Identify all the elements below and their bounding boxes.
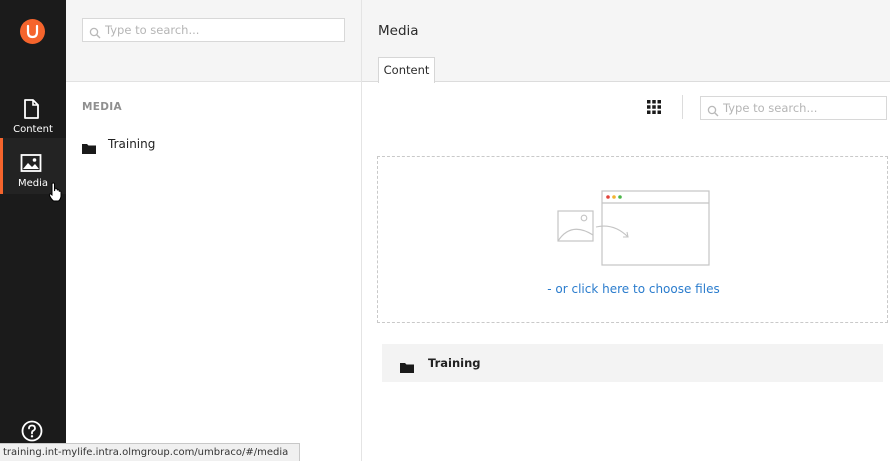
grid-view-icon[interactable] — [646, 99, 662, 115]
tree-node-training[interactable]: Training — [82, 134, 342, 156]
media-search-box[interactable] — [700, 96, 887, 120]
image-icon — [20, 152, 42, 174]
section-rail: Content Media — [0, 0, 66, 461]
tree-header — [66, 0, 361, 82]
folder-icon — [82, 139, 96, 154]
file-dropzone[interactable]: - or click here to choose files — [377, 156, 888, 323]
choose-files-link[interactable]: - or click here to choose files — [378, 282, 889, 296]
search-icon — [89, 24, 101, 39]
hand-cursor-icon — [48, 182, 62, 202]
search-icon — [707, 102, 719, 117]
page-title: Media — [378, 23, 419, 39]
media-item-label: Training — [428, 356, 481, 370]
tree-section-title: MEDIA — [82, 101, 122, 113]
status-bar-url: training.int-mylife.intra.olmgroup.com/u… — [0, 443, 300, 461]
tree-panel: MEDIA Training — [66, 0, 362, 461]
umbraco-backoffice: Content Media Type to search... MEDIA Tr… — [0, 0, 890, 461]
help-icon[interactable] — [21, 420, 43, 442]
section-content[interactable]: Content — [0, 84, 66, 140]
tree-search-box[interactable] — [82, 18, 345, 42]
media-item-training[interactable]: Training — [382, 344, 883, 382]
upload-illustration-icon — [556, 189, 712, 269]
tree-search-input[interactable] — [105, 21, 340, 39]
section-content-label: Content — [13, 124, 53, 135]
tree-node-label: Training — [108, 137, 156, 151]
document-icon — [20, 98, 42, 120]
logo-area[interactable] — [0, 0, 66, 82]
toolbar-divider — [682, 95, 683, 119]
media-search-input[interactable] — [723, 99, 883, 117]
media-editor: Media Content Type to search... - or cli… — [362, 0, 890, 461]
editor-header: Media Content — [362, 0, 890, 83]
tab-content[interactable]: Content — [378, 57, 435, 83]
folder-icon — [400, 358, 414, 373]
umbraco-logo-icon[interactable] — [20, 19, 45, 44]
